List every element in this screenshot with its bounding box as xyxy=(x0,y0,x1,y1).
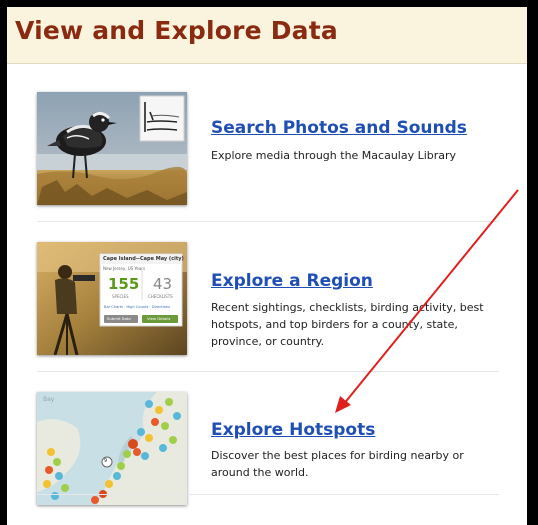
explore-region-description: Recent sightings, checklists, birding ac… xyxy=(211,301,484,348)
hotspot-map-thumbnail[interactable]: Bay 9 xyxy=(37,392,187,505)
explore-hotspots-description: Discover the best places for birding nea… xyxy=(211,449,464,479)
submit-data-button: Submit Data xyxy=(107,316,131,321)
species-count: 155 xyxy=(108,275,140,293)
divider xyxy=(37,371,499,372)
panel-header: View and Explore Data xyxy=(7,7,527,64)
region-summary-thumbnail[interactable]: Cape Island--Cape May (city) New Jersey,… xyxy=(37,242,187,355)
search-photos-link[interactable]: Search Photos and Sounds xyxy=(211,118,467,138)
region-panel-subtitle: New Jersey, US Years xyxy=(103,266,146,271)
species-label: SPECIES xyxy=(112,294,129,299)
bird-photo-thumbnail[interactable] xyxy=(37,92,187,205)
checklists-count: 43 xyxy=(153,275,173,293)
explore-region-link[interactable]: Explore a Region xyxy=(211,271,373,291)
page-title: View and Explore Data xyxy=(15,16,338,45)
screenshot-frame: View and Explore Data Search Photos and … xyxy=(0,0,538,525)
divider xyxy=(37,221,499,222)
card-explore-hotspots: Bay 9 Explore Hotspots Discover the best… xyxy=(37,387,499,517)
map-bay-label: Bay xyxy=(43,396,55,403)
checklists-label: CHECKLISTS xyxy=(148,294,173,299)
search-photos-description: Explore media through the Macaulay Libra… xyxy=(211,149,457,162)
card-search-photos: Search Photos and Sounds Explore media t… xyxy=(37,87,499,217)
region-panel-links: Bar Charts · High Counts · Directions xyxy=(104,305,170,309)
region-panel-title: Cape Island--Cape May (city) xyxy=(103,256,184,262)
view-details-button: View Details xyxy=(147,316,171,321)
divider xyxy=(37,494,499,495)
explore-hotspots-link[interactable]: Explore Hotspots xyxy=(211,420,375,440)
map-marker-number: 9 xyxy=(104,458,108,464)
view-explore-panel: View and Explore Data Search Photos and … xyxy=(7,7,531,525)
card-explore-region: Cape Island--Cape May (city) New Jersey,… xyxy=(37,237,499,367)
